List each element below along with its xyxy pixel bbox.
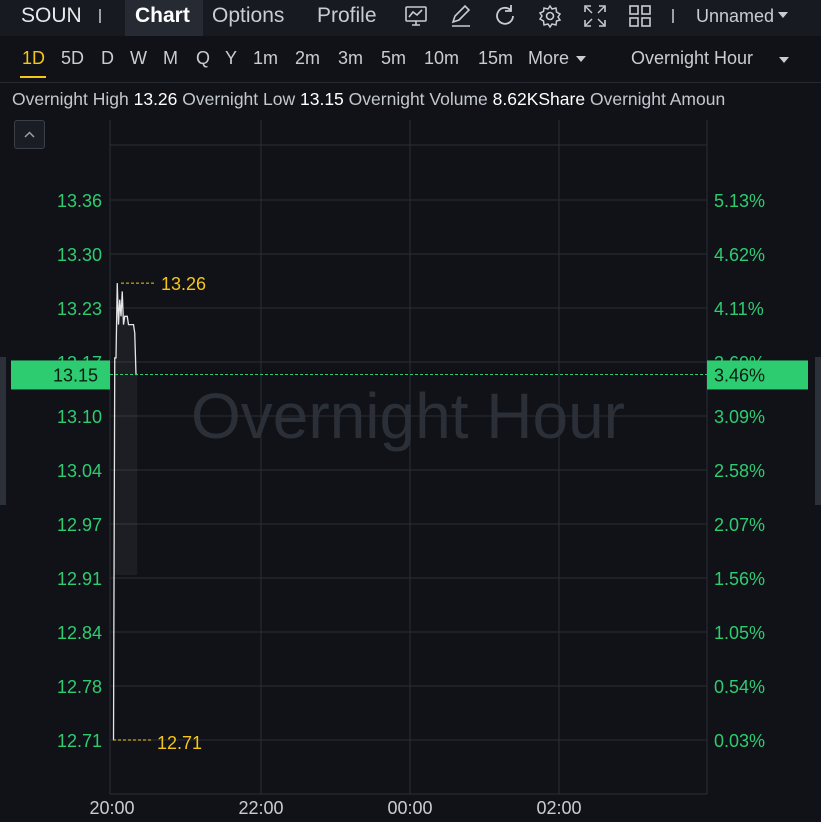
interval-q[interactable]: Q	[196, 48, 210, 69]
percent-tick-label: 1.56%	[714, 569, 765, 589]
layout-grid-icon[interactable]	[627, 3, 653, 29]
session-watermark: Overnight Hour	[191, 380, 625, 452]
interval-m[interactable]: M	[163, 48, 178, 69]
interval-3m[interactable]: 3m	[338, 48, 363, 69]
chevron-down-icon	[576, 56, 586, 62]
interval-w[interactable]: W	[130, 48, 147, 69]
percent-tick-label: 0.54%	[714, 677, 765, 697]
overnight-amount-label: Overnight Amoun	[589, 89, 726, 109]
time-tick-label: 20:00	[89, 798, 134, 818]
overnight-info-line: Overnight High 13.26 Overnight Low 13.15…	[12, 89, 725, 110]
percent-tick-label: 0.03%	[714, 731, 765, 751]
price-tick-label: 13.23	[57, 299, 102, 319]
percent-tick-label: 2.58%	[714, 461, 765, 481]
layout-name-dropdown[interactable]: Unnamed	[696, 0, 774, 36]
more-intervals-dropdown[interactable]: More	[528, 48, 569, 69]
active-interval-underline	[20, 76, 46, 78]
interval-15m[interactable]: 15m	[478, 48, 513, 69]
separator	[672, 9, 674, 23]
percent-tick-label: 1.05%	[714, 623, 765, 643]
price-tick-label: 13.10	[57, 407, 102, 427]
interval-1d[interactable]: 1D	[22, 48, 45, 69]
price-tick-label: 13.04	[57, 461, 102, 481]
overnight-low-label: Overnight Low	[182, 89, 296, 109]
tab-profile[interactable]: Profile	[317, 0, 377, 36]
time-tick-label: 22:00	[238, 798, 283, 818]
price-tick-label: 12.71	[57, 731, 102, 751]
price-tick-label: 12.84	[57, 623, 102, 643]
separator	[99, 9, 101, 23]
collapse-button[interactable]	[14, 120, 45, 149]
top-toolbar: SOUN Chart Options Profile Unnamed	[0, 0, 821, 36]
left-panel-handle[interactable]	[0, 357, 6, 505]
price-area	[113, 283, 138, 740]
percent-axis-right: 5.13%4.62%4.11%3.60%3.09%2.58%2.07%1.56%…	[714, 191, 765, 751]
low-marker-label: 12.71	[157, 733, 202, 753]
high-marker-label: 13.26	[161, 274, 206, 294]
refresh-icon[interactable]	[492, 3, 518, 29]
session-dropdown[interactable]: Overnight Hour	[631, 48, 753, 69]
right-panel-handle[interactable]	[815, 357, 821, 505]
chevron-up-icon	[24, 131, 35, 138]
price-axis-left: 13.3613.3013.2313.1713.1013.0412.9712.91…	[57, 191, 102, 751]
time-tick-label: 00:00	[387, 798, 432, 818]
price-tick-label: 12.97	[57, 515, 102, 535]
interval-10m[interactable]: 10m	[424, 48, 459, 69]
price-tick-label: 13.30	[57, 245, 102, 265]
percent-tick-label: 2.07%	[714, 515, 765, 535]
price-series	[112, 283, 138, 741]
interval-1m[interactable]: 1m	[253, 48, 278, 69]
interval-y[interactable]: Y	[225, 48, 237, 69]
draw-icon[interactable]	[448, 3, 474, 29]
interval-5d[interactable]: 5D	[61, 48, 84, 69]
interval-bar: 1D 5D D W M Q Y 1m 2m 3m 5m 10m 15m More…	[0, 36, 821, 83]
overnight-high-label: Overnight High	[12, 89, 129, 109]
interval-5m[interactable]: 5m	[381, 48, 406, 69]
chevron-down-icon	[778, 12, 788, 18]
price-tick-label: 12.78	[57, 677, 102, 697]
overnight-volume-value: 8.62KShare	[492, 89, 586, 109]
overnight-low-value: 13.15	[300, 89, 344, 109]
chevron-down-icon	[779, 57, 789, 63]
percent-tick-label: 4.62%	[714, 245, 765, 265]
percent-tick-label: 4.11%	[714, 299, 764, 319]
percent-tick-label: 3.09%	[714, 407, 765, 427]
fullscreen-icon[interactable]	[582, 3, 608, 29]
tab-options[interactable]: Options	[212, 0, 284, 36]
chart-grid	[109, 120, 708, 795]
price-chart[interactable]: Overnight Hour 13.3613.3013.2313.1713.10…	[0, 118, 821, 822]
price-tick-label: 12.91	[57, 569, 102, 589]
percent-tick-label: 5.13%	[714, 191, 765, 211]
current-price-label: 13.15	[53, 365, 98, 385]
overnight-high-value: 13.26	[133, 89, 178, 109]
current-percent-label: 3.46%	[714, 365, 765, 385]
overnight-volume-label: Overnight Volume	[348, 89, 488, 109]
chart-settings-icon[interactable]	[403, 3, 429, 29]
price-tick-label: 13.36	[57, 191, 102, 211]
ticker-symbol[interactable]: SOUN	[21, 0, 82, 36]
time-axis: 20:00 22:00 00:00 02:00	[89, 798, 581, 818]
interval-d[interactable]: D	[101, 48, 114, 69]
gear-icon[interactable]	[537, 3, 563, 29]
tab-chart[interactable]: Chart	[135, 0, 190, 36]
time-tick-label: 02:00	[536, 798, 581, 818]
interval-2m[interactable]: 2m	[295, 48, 320, 69]
